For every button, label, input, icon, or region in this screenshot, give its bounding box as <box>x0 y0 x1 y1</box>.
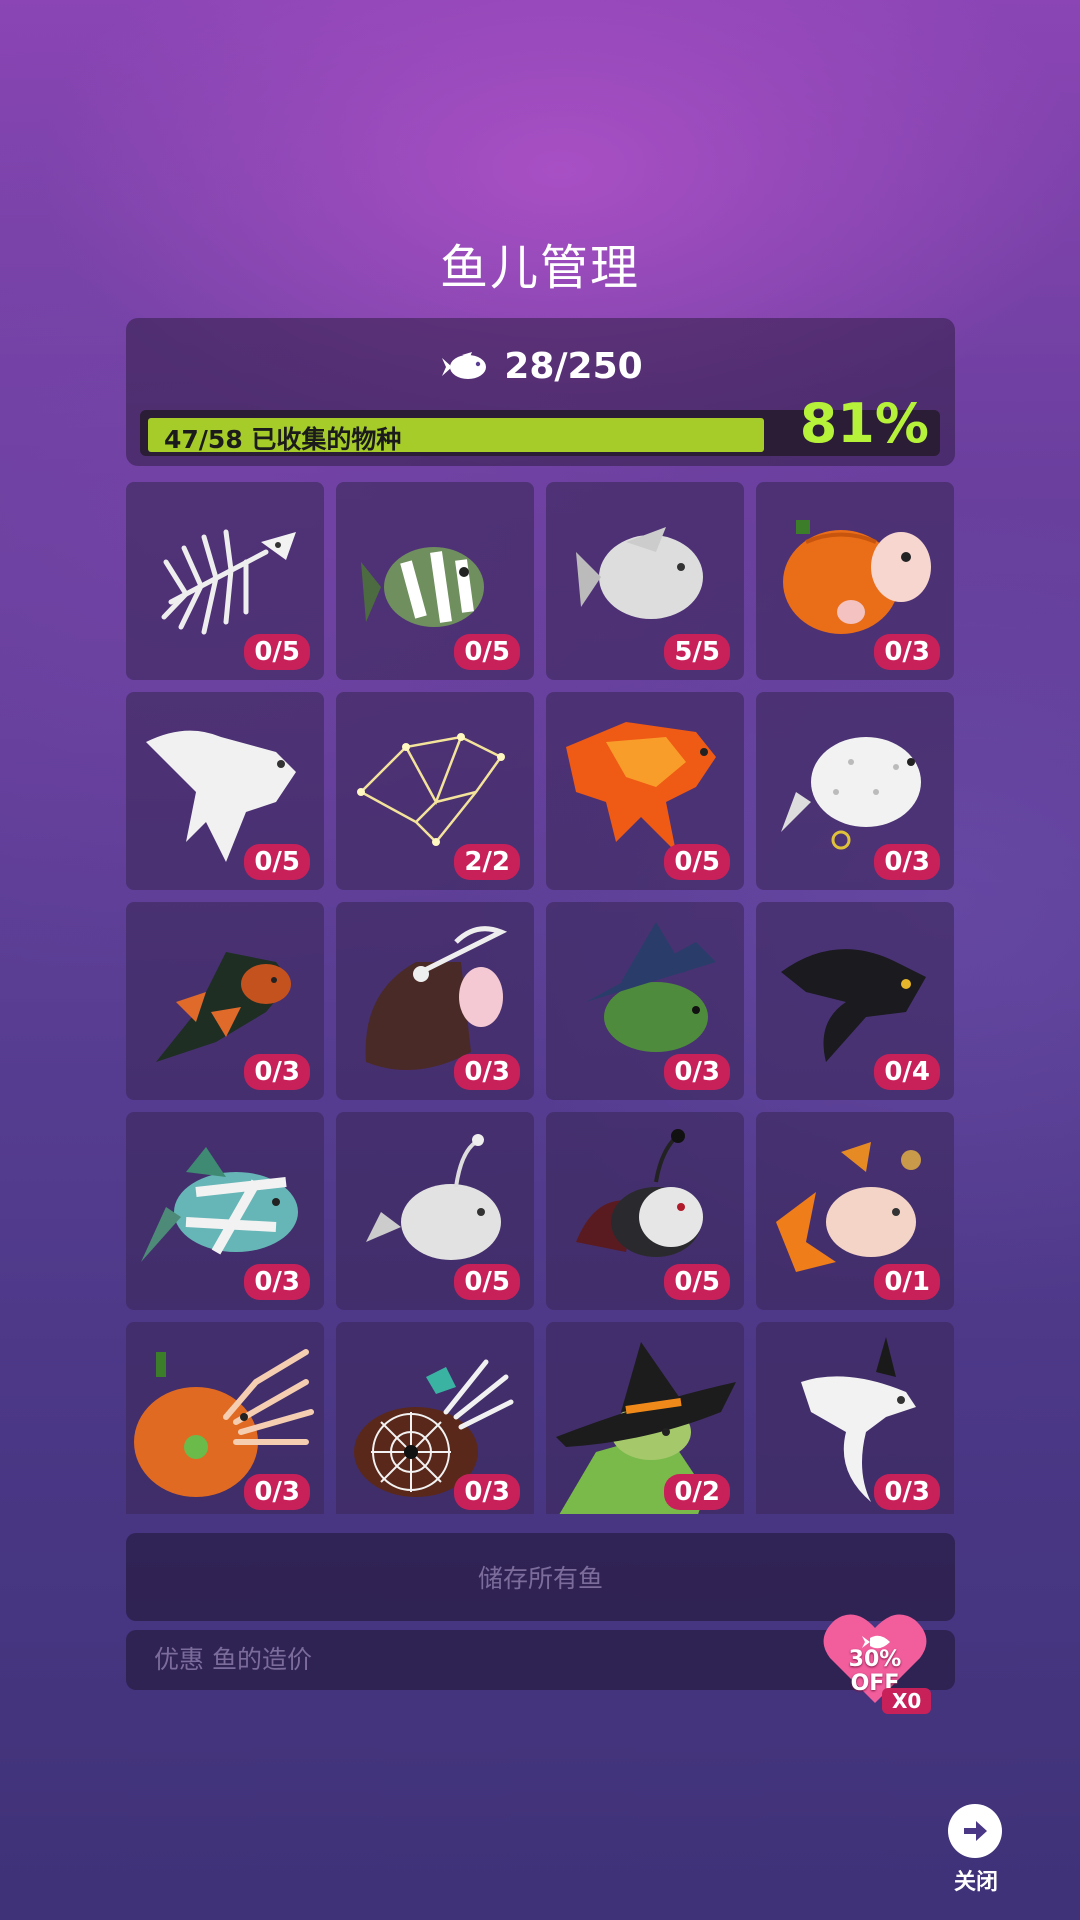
fish-count-badge: 0/3 <box>874 844 940 880</box>
fish-card[interactable]: 0/5 <box>546 1112 744 1310</box>
fish-count-badge: 0/5 <box>244 844 310 880</box>
collection-percent: 81% <box>799 392 929 455</box>
discount-heart-badge[interactable]: 30% OFF X0 <box>820 1608 940 1718</box>
fish-card[interactable]: 0/3 <box>756 1322 954 1514</box>
collection-header: 28/250 47/58 已收集的物种 81% <box>126 318 955 466</box>
fish-card[interactable]: 0/3 <box>126 1112 324 1310</box>
fish-card[interactable]: 0/5 <box>126 482 324 680</box>
collection-progress-label: 47/58 已收集的物种 <box>164 425 402 454</box>
fish-card[interactable]: 0/3 <box>756 692 954 890</box>
close-label: 关闭 <box>953 1870 998 1895</box>
fish-count-badge: 5/5 <box>664 634 730 670</box>
fish-card[interactable]: 0/3 <box>756 482 954 680</box>
fish-icon <box>442 351 487 379</box>
close-button[interactable] <box>948 1804 1002 1858</box>
fish-card[interactable]: 0/2 <box>546 1322 744 1514</box>
fish-count-badge: 0/3 <box>454 1054 520 1090</box>
fish-grid: 0/5 0/5 5/5 0/3 0/5 2/2 0/5 0/3 0/3 0/3 … <box>126 482 955 1514</box>
fish-count-badge: 0/3 <box>244 1264 310 1300</box>
fish-card[interactable]: 0/5 <box>336 1112 534 1310</box>
fish-count-badge: 0/2 <box>664 1474 730 1510</box>
fish-card[interactable]: 5/5 <box>546 482 744 680</box>
fish-count-badge: 0/3 <box>874 1474 940 1510</box>
fish-count-badge: 0/4 <box>874 1054 940 1090</box>
arrow-right-icon <box>964 1821 987 1841</box>
fish-card[interactable]: 0/3 <box>126 902 324 1100</box>
fish-card[interactable]: 0/1 <box>756 1112 954 1310</box>
fish-count-badge: 0/5 <box>664 844 730 880</box>
fish-count-badge: 0/5 <box>454 1264 520 1300</box>
fish-count-badge: 0/3 <box>244 1474 310 1510</box>
fish-count-badge: 0/3 <box>664 1054 730 1090</box>
fish-card[interactable]: 0/5 <box>126 692 324 890</box>
fish-card[interactable]: 0/3 <box>336 1322 534 1514</box>
fish-count: 28/250 <box>504 346 643 387</box>
fish-count-row: 28/250 <box>126 346 955 387</box>
fish-count-badge: 0/5 <box>664 1264 730 1300</box>
fish-card[interactable]: 0/3 <box>336 902 534 1100</box>
fish-card[interactable]: 0/3 <box>126 1322 324 1514</box>
fish-count-badge: 0/3 <box>454 1474 520 1510</box>
fish-count-badge: 0/1 <box>874 1264 940 1300</box>
fish-card[interactable]: 0/5 <box>546 692 744 890</box>
fish-card[interactable]: 0/3 <box>546 902 744 1100</box>
fish-count-badge: 0/3 <box>874 634 940 670</box>
fish-card[interactable]: 2/2 <box>336 692 534 890</box>
fish-count-badge: 0/5 <box>244 634 310 670</box>
fish-count-badge: 0/5 <box>454 634 520 670</box>
page-title: 鱼儿管理 <box>439 240 640 296</box>
fish-card[interactable]: 0/4 <box>756 902 954 1100</box>
fish-card[interactable]: 0/5 <box>336 482 534 680</box>
fish-count-badge: 2/2 <box>454 844 520 880</box>
discount-percent-value: 30% <box>848 1647 902 1672</box>
fish-count-badge: 0/3 <box>244 1054 310 1090</box>
discount-multiplier: X0 <box>882 1688 932 1714</box>
